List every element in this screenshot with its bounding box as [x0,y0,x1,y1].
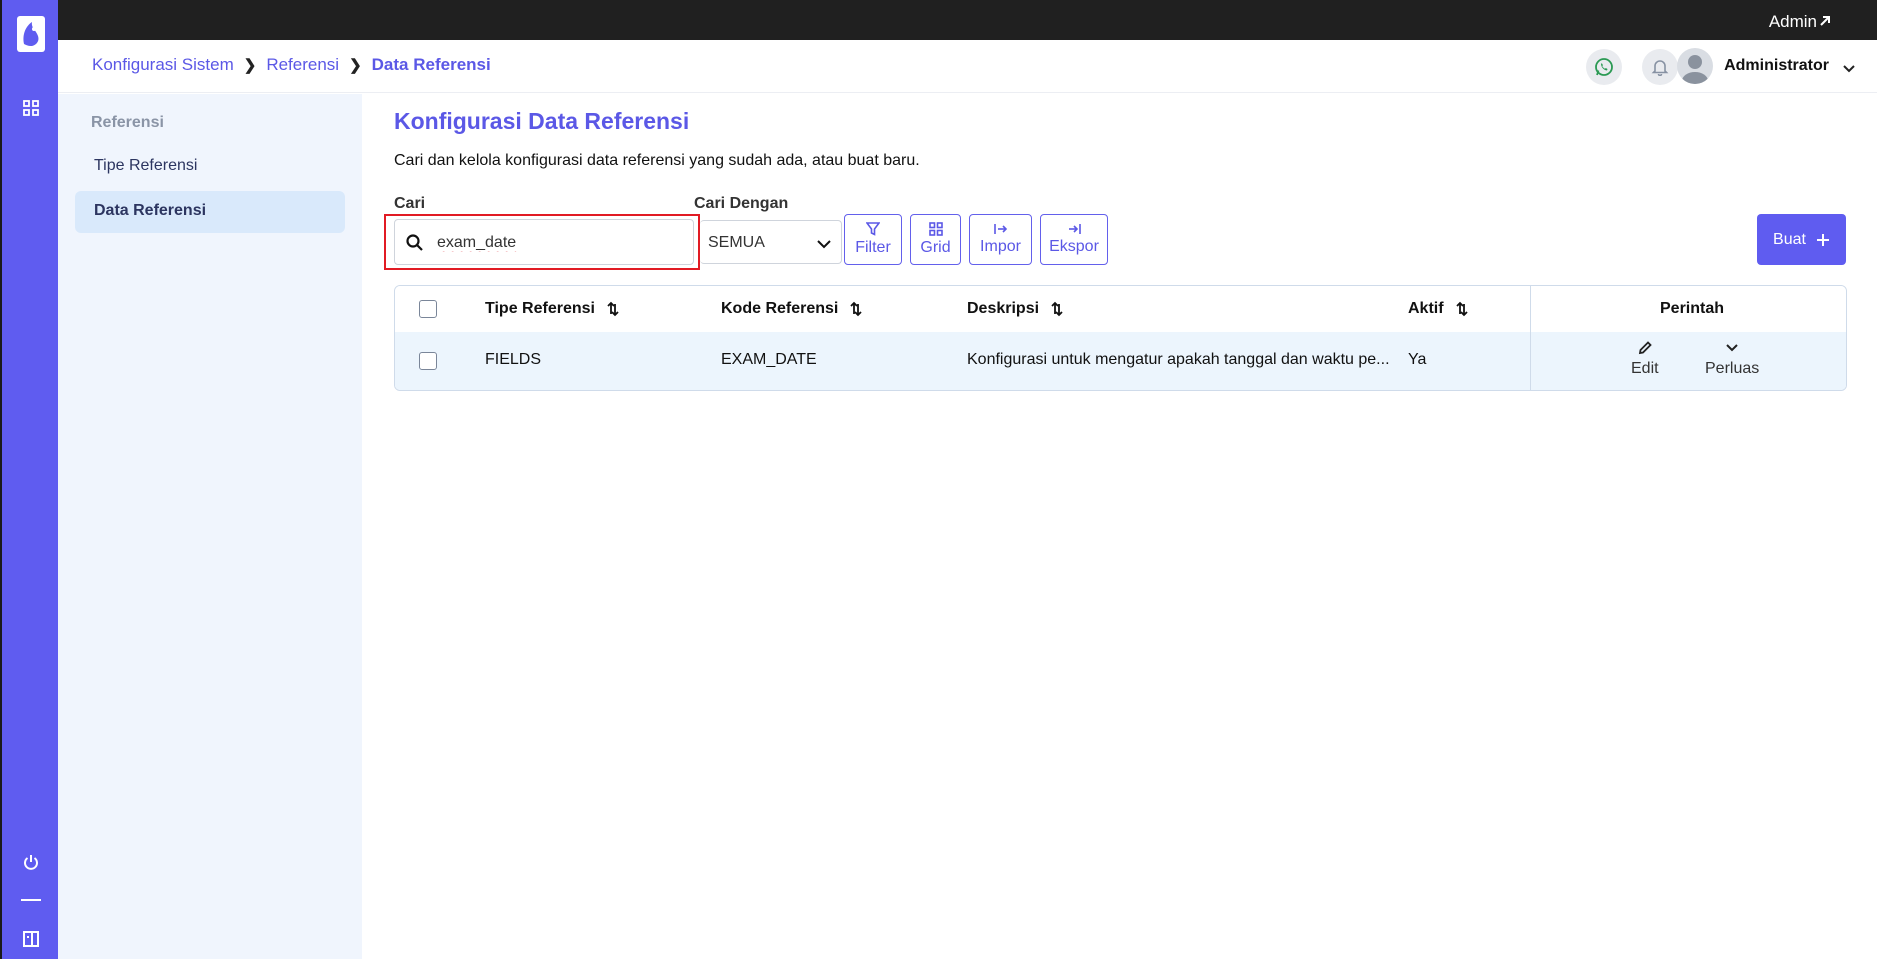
bell-icon [1651,60,1669,76]
breadcrumb: Konfigurasi Sistem ❯ Referensi ❯ Data Re… [92,55,491,75]
import-icon [993,224,1007,234]
grid-icon [928,222,943,236]
cell-kode: EXAM_DATE [721,351,817,368]
edit-button[interactable]: Edit [1631,341,1659,378]
sort-icon [850,301,863,317]
table-header: Tipe Referensi Kode Referensi Deskripsi … [395,286,1846,332]
pencil-icon [1638,341,1652,355]
import-label: Impor [980,238,1021,255]
sort-icon [1455,301,1468,317]
search-label: Cari [394,195,426,212]
column-label: Aktif [1408,300,1444,317]
chevron-down-icon[interactable] [1843,60,1855,78]
column-header-perintah: Perintah [1660,300,1724,318]
page-title: Konfigurasi Data Referensi [394,108,690,134]
filter-label: Filter [855,239,891,256]
sidebar-section-title: Referensi [91,114,164,131]
filter-icon [866,222,880,236]
page-header: Konfigurasi Sistem ❯ Referensi ❯ Data Re… [58,40,1877,93]
export-button[interactable]: Ekspor [1040,214,1108,265]
search-by-value: SEMUA [708,234,765,251]
breadcrumb-item-konfigurasi-sistem[interactable]: Konfigurasi Sistem [92,55,234,75]
column-header-kode[interactable]: Kode Referensi [721,300,863,318]
rail-divider [21,899,41,901]
create-label: Buat [1773,230,1806,248]
cell-deskripsi: Konfigurasi untuk mengatur apakah tangga… [967,351,1390,368]
notification-button[interactable] [1642,49,1678,85]
column-divider [1530,286,1531,390]
cell-tipe: FIELDS [485,351,542,368]
chevron-right-icon: ❯ [349,57,362,74]
export-icon [1069,224,1081,234]
dashboard-grid-icon[interactable] [21,98,41,118]
column-label: Tipe Referensi [485,300,595,317]
search-field[interactable] [394,219,694,265]
expand-label: Perluas [1705,360,1760,377]
column-label: Kode Referensi [721,300,839,317]
admin-link[interactable]: Admin [1769,12,1817,32]
panel-layout-icon[interactable] [21,929,41,949]
power-icon[interactable] [21,852,41,872]
external-arrow-icon[interactable] [1819,14,1831,32]
expand-button[interactable]: Perluas [1705,341,1759,378]
select-all-checkbox[interactable] [419,300,437,318]
filter-button[interactable]: Filter [844,214,902,265]
breadcrumb-item-data-referensi: Data Referensi [371,55,491,74]
top-bar: Admin [58,0,1877,40]
import-button[interactable]: Impor [969,214,1032,265]
whatsapp-icon [1595,58,1613,76]
column-header-deskripsi[interactable]: Deskripsi [967,300,1063,318]
row-checkbox[interactable] [419,352,437,370]
chevron-down-icon [817,236,831,254]
column-header-aktif[interactable]: Aktif [1408,300,1468,318]
column-header-tipe[interactable]: Tipe Referensi [485,300,619,318]
sidebar-item-data-referensi[interactable]: Data Referensi [75,191,345,233]
search-input[interactable] [435,231,675,255]
edit-label: Edit [1631,360,1659,377]
avatar[interactable] [1677,48,1713,84]
search-icon [405,233,425,258]
chevron-down-icon [1726,344,1738,352]
user-name[interactable]: Administrator [1724,57,1829,75]
sub-sidebar: Referensi Tipe Referensi Data Referensi [58,94,362,959]
data-table: Tipe Referensi Kode Referensi Deskripsi … [394,285,1847,391]
chevron-right-icon: ❯ [243,57,257,74]
search-by-select[interactable]: SEMUA [700,220,842,264]
sort-icon [607,301,619,317]
column-label: Perintah [1660,300,1725,317]
table-row[interactable]: FIELDS EXAM_DATE Konfigurasi untuk menga… [395,332,1846,390]
grid-button[interactable]: Grid [910,214,961,265]
app-logo-icon[interactable] [16,14,46,54]
page-description: Cari dan kelola konfigurasi data referen… [394,152,920,169]
breadcrumb-item-referensi[interactable]: Referensi [266,55,339,75]
column-label: Deskripsi [967,300,1040,317]
export-label: Ekspor [1049,238,1099,255]
grid-label: Grid [920,239,951,256]
plus-icon [1816,233,1829,246]
search-by-label: Cari Dengan [694,195,789,212]
create-button[interactable]: Buat [1757,214,1846,265]
whatsapp-button[interactable] [1586,49,1622,85]
cell-aktif: Ya [1408,351,1427,368]
sort-icon [1051,301,1063,317]
sidebar-item-tipe-referensi[interactable]: Tipe Referensi [75,146,345,188]
app-rail [0,0,58,959]
